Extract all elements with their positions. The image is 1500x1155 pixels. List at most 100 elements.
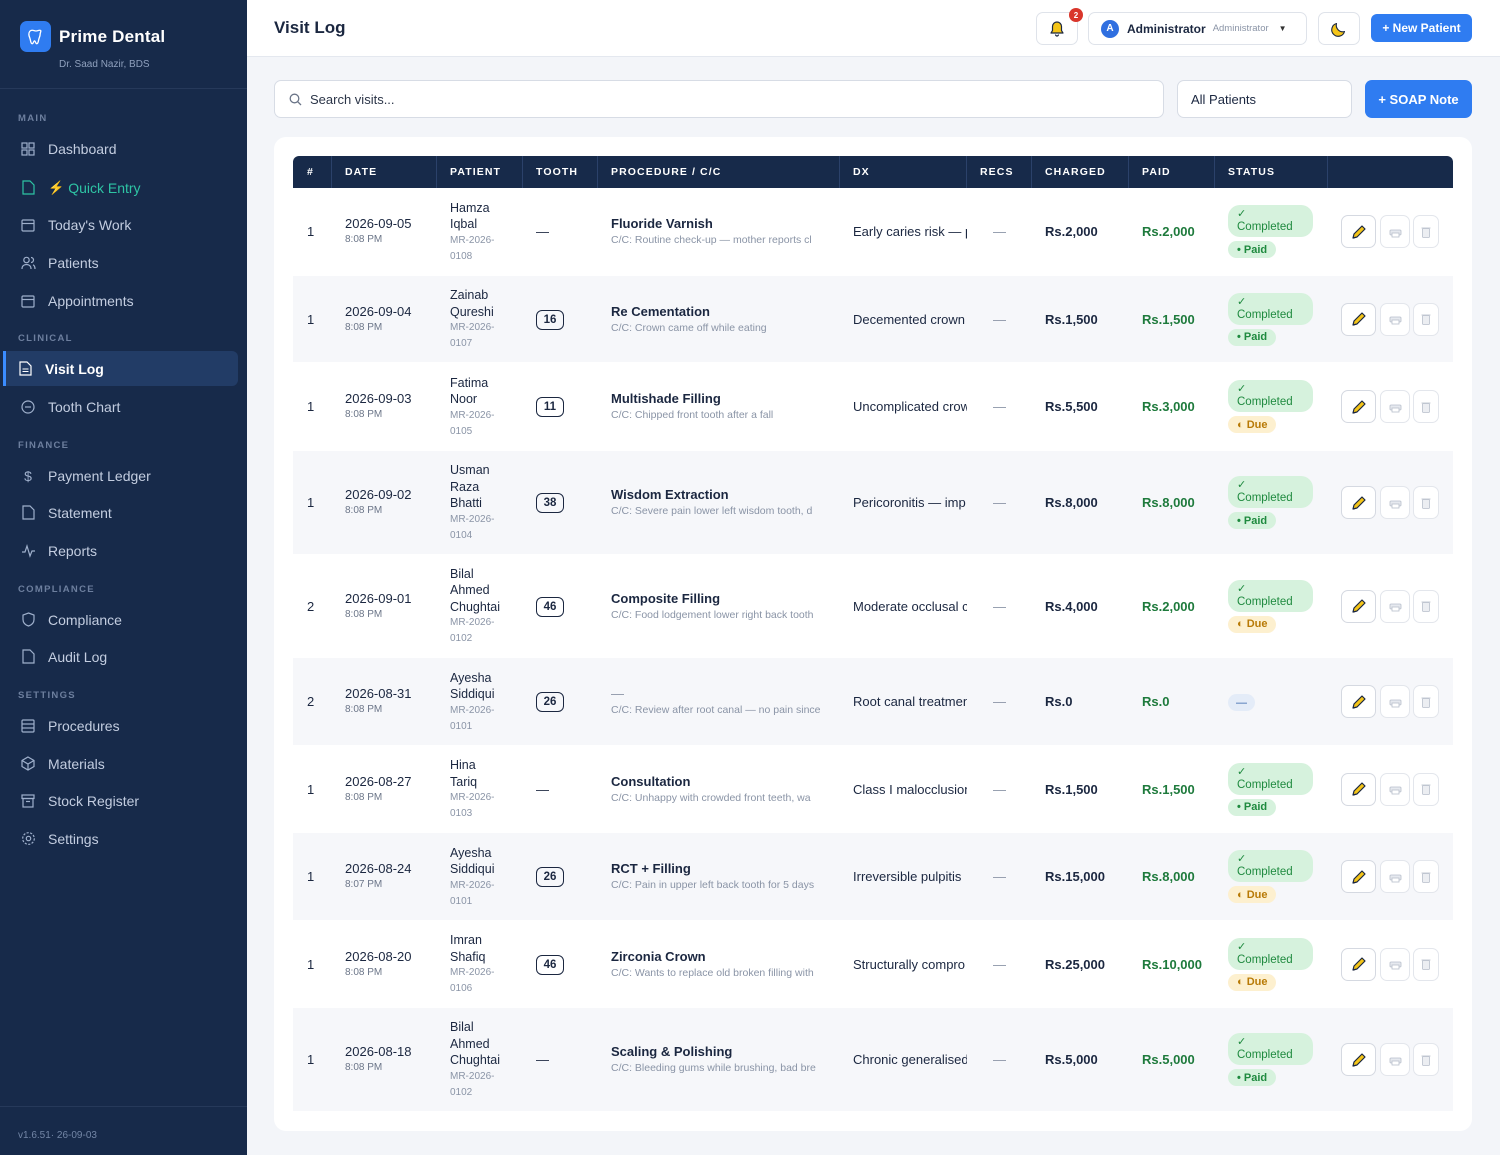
sidebar-item-audit-log[interactable]: Audit Log [6,639,238,674]
paid-amount: Rs.5,000 [1142,1052,1195,1067]
printer-icon [1389,313,1402,325]
soap-note-button[interactable]: + SOAP Note [1365,80,1472,118]
table-row[interactable]: 2 2026-09-01 8:08 PM Bilal Ahmed Chughtai MR-2… [293,555,1453,658]
table-row[interactable]: 1 2026-09-04 8:08 PM Zainab Qureshi MR-2026- 0… [293,276,1453,363]
edit-button[interactable] [1341,772,1376,806]
print-button[interactable] [1380,589,1410,623]
trash-icon [1421,783,1431,795]
section-compliance: COMPLIANCE [18,584,95,595]
edit-button[interactable] [1341,486,1376,519]
print-button[interactable] [1380,860,1410,893]
sidebar-item-label: Stock Register [48,792,140,809]
sidebar-item-todays-work[interactable]: Today's Work [6,207,238,242]
sidebar-item-label: Dashboard [48,140,117,157]
table-row[interactable]: 1 2026-09-05 8:08 PM Hamza Iqbal MR-2026- 0108… [293,188,1453,276]
patient-mr-number: MR-2026- [450,617,495,629]
sidebar-item-tooth-chart[interactable]: Tooth Chart [6,389,238,424]
table-row[interactable]: 1 2026-08-27 8:08 PM Hina Tariq MR-2026- 0103 —… [293,746,1453,833]
table-row[interactable]: 2 2026-08-31 8:08 PM Ayesha Siddiqui MR-2026-… [293,658,1453,746]
pencil-icon [1350,310,1368,328]
edit-button[interactable] [1341,947,1376,981]
edit-button[interactable] [1341,1043,1376,1076]
print-button[interactable] [1380,1043,1410,1076]
table-row[interactable]: 1 2026-09-03 8:08 PM Fatima Noor MR-2026- 0105… [293,363,1453,451]
visit-time: 8:08 PM [345,704,383,715]
print-button[interactable] [1380,302,1410,336]
new-patient-button[interactable]: + New Patient [1371,14,1472,42]
delete-button[interactable] [1413,486,1439,519]
patient-cell[interactable]: Imran Shafiq MR-2026- 0106 [450,932,514,997]
search-field[interactable] [274,80,1164,118]
edit-button[interactable] [1341,685,1376,718]
sidebar-item-statement[interactable]: Statement [6,495,238,530]
delete-button[interactable] [1413,947,1439,981]
charged-amount: Rs.1,500 [1045,781,1098,797]
delete-button[interactable] [1413,860,1439,893]
patient-cell[interactable]: Hina Tariq MR-2026- 0103 [450,757,514,822]
print-button[interactable] [1380,486,1410,519]
sidebar-divider [0,1106,247,1107]
delete-button[interactable] [1413,215,1439,248]
patient-cell[interactable]: Usman Raza Bhatti MR-2026- 0104 [450,462,514,544]
patient-cell[interactable]: Zainab Qureshi MR-2026- 0107 [450,287,514,352]
sidebar-item-stock-register[interactable]: Stock Register [6,783,238,818]
sidebar-item-visit-log[interactable]: Visit Log [3,351,238,386]
edit-button[interactable] [1341,215,1376,248]
payment-status-badge: • Paid [1228,328,1277,346]
patient-filter-select[interactable]: All Patients [1177,80,1352,118]
sidebar-item-payment-ledger[interactable]: $ Payment Ledger [6,458,238,493]
patient-cell[interactable]: Bilal Ahmed Chughtai MR-2026- 0102 [450,566,514,648]
sidebar-item-appointments[interactable]: Appointments [6,283,238,318]
sidebar-item-quick-entry[interactable]: ⚡ Quick Entry [6,170,238,205]
delete-button[interactable] [1413,1043,1439,1076]
table-row[interactable]: 1 2026-09-02 8:08 PM Usman Raza Bhatti MR-2026… [293,451,1453,555]
print-button[interactable] [1380,390,1410,423]
patient-cell[interactable]: Fatima Noor MR-2026- 0105 [450,375,514,440]
patient-cell[interactable]: Bilal Ahmed Chughtai MR-2026- 0102 [450,1019,514,1101]
print-button[interactable] [1380,215,1410,248]
search-input[interactable] [310,91,1110,107]
print-button[interactable] [1380,772,1410,806]
chief-complaint: C/C: Unhappy with crowded front teeth, w… [611,791,811,804]
recs-value: — [993,694,1006,709]
sidebar-item-reports[interactable]: Reports [6,533,238,568]
print-button[interactable] [1380,685,1410,718]
patient-cell[interactable]: Ayesha Siddiqui MR-2026- 0101 [450,845,514,910]
print-button[interactable] [1380,947,1410,981]
sidebar-item-procedures[interactable]: Procedures [6,708,238,743]
charged-amount: Rs.8,000 [1045,495,1098,510]
delete-button[interactable] [1413,685,1439,718]
visit-time: 8:08 PM [345,966,383,978]
table-row[interactable]: 1 2026-08-20 8:08 PM Imran Shafiq MR-2026- 010… [293,921,1453,1008]
table-row[interactable]: 1 2026-08-24 8:07 PM Ayesha Siddiqui MR-2026-… [293,833,1453,921]
edit-button[interactable] [1341,390,1376,423]
patient-cell[interactable]: Hamza Iqbal MR-2026- 0108 [450,200,514,265]
patient-name: Iqbal [450,217,478,231]
edit-button[interactable] [1341,302,1376,336]
paid-amount: Rs.10,000 [1142,956,1202,972]
diagnosis: Structurally compro [853,956,965,972]
payment-status-badge: ◐ Due [1228,886,1277,903]
trash-icon [1421,696,1431,708]
sidebar-item-dashboard[interactable]: Dashboard [6,131,238,166]
user-menu-button[interactable]: A Administrator Administrator ▼ [1088,12,1307,45]
notifications-button[interactable]: 2 [1036,8,1083,45]
patient-cell[interactable]: Ayesha Siddiqui MR-2026- 0101 [450,670,514,735]
charged-amount: Rs.15,000 [1045,869,1105,884]
sidebar-item-compliance[interactable]: Compliance [6,602,238,637]
delete-button[interactable] [1413,302,1439,336]
delete-button[interactable] [1413,589,1439,623]
document-icon [20,180,36,196]
edit-button[interactable] [1341,860,1376,893]
delete-button[interactable] [1413,772,1439,806]
sidebar-item-settings[interactable]: Settings [6,821,238,856]
sidebar-item-label: Patients [48,254,99,271]
theme-toggle-button[interactable] [1318,12,1360,45]
sidebar-item-materials[interactable]: Materials [6,746,238,781]
edit-button[interactable] [1341,589,1376,623]
list-icon [20,718,36,734]
sidebar-item-patients[interactable]: Patients [6,245,238,280]
delete-button[interactable] [1413,390,1439,423]
recs-value: — [993,869,1006,884]
table-row[interactable]: 1 2026-08-18 8:08 PM Bilal Ahmed Chughtai MR-2… [293,1008,1453,1112]
